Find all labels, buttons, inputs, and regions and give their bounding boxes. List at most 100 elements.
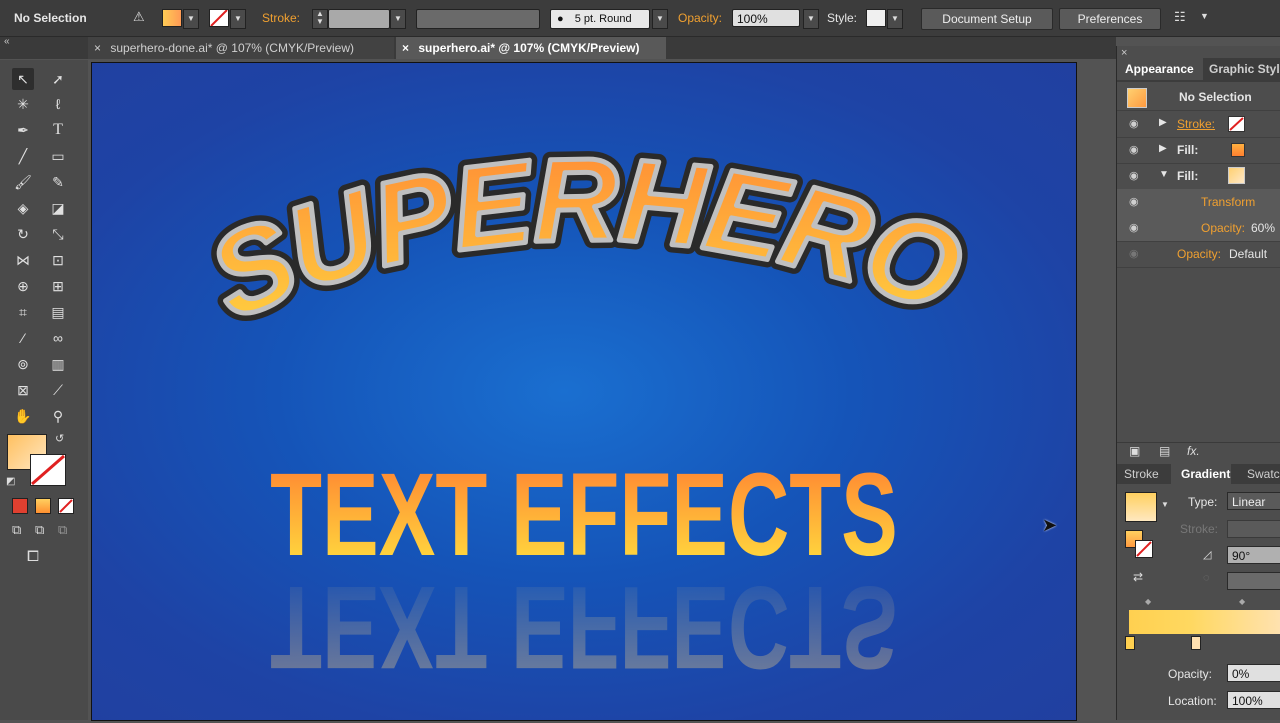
collapse-panels-icon[interactable]: «: [4, 37, 10, 47]
stroke-swatch[interactable]: [209, 9, 229, 27]
tab-close-icon[interactable]: ×: [402, 41, 409, 55]
gradient-stop-left[interactable]: [1125, 636, 1135, 650]
brush-definition[interactable]: ● 5 pt. Round: [550, 9, 650, 29]
gradient-slider[interactable]: [1129, 610, 1280, 634]
slice-tool-icon[interactable]: ⟋: [47, 379, 69, 401]
headline-text[interactable]: SUPERHERO: [189, 131, 981, 347]
scale-tool-icon[interactable]: ⤡: [47, 223, 69, 245]
rotate-tool-icon[interactable]: ↻: [12, 223, 34, 245]
paintbrush-tool-icon[interactable]: 🖌: [12, 171, 34, 193]
stroke-row-swatch[interactable]: [1228, 116, 1245, 132]
visibility-eye-icon[interactable]: ◉: [1129, 117, 1143, 130]
gradient-stroke-box[interactable]: [1135, 540, 1153, 558]
shape-builder-tool-icon[interactable]: ⊕: [12, 275, 34, 297]
warning-icon[interactable]: ⚠: [133, 9, 147, 24]
gradient-aspect-field[interactable]: [1227, 572, 1280, 590]
rectangle-tool-icon[interactable]: ▭: [47, 145, 69, 167]
preferences-button[interactable]: Preferences: [1059, 8, 1161, 30]
gradient-type-dropdown[interactable]: Linear: [1227, 492, 1280, 510]
blob-brush-tool-icon[interactable]: ◈: [12, 197, 34, 219]
stroke-color-box[interactable]: [30, 454, 66, 486]
panel-menu-icon[interactable]: ▼: [1200, 11, 1209, 21]
draw-behind-icon[interactable]: ⧉: [35, 522, 44, 538]
gradient-mode-button[interactable]: [35, 498, 51, 514]
add-effect-icon[interactable]: fx.: [1187, 444, 1200, 458]
collapse-icon[interactable]: ▼: [1159, 169, 1169, 180]
tab-appearance[interactable]: Appearance: [1117, 58, 1203, 80]
appearance-row-fill-1[interactable]: ◉ ▶ Fill:: [1117, 137, 1280, 164]
gradient-stroke-options[interactable]: [1227, 520, 1280, 538]
add-stroke-icon[interactable]: ▣: [1129, 444, 1140, 458]
pencil-tool-icon[interactable]: ✎: [47, 171, 69, 193]
style-dropdown-icon[interactable]: ▼: [887, 9, 903, 29]
appearance-row-fill-opacity[interactable]: ◉ Opacity: 60%: [1117, 215, 1280, 242]
perspective-grid-tool-icon[interactable]: ⊞: [47, 275, 69, 297]
tab-superhero[interactable]: × superhero.ai* @ 107% (CMYK/Preview): [396, 37, 666, 59]
stroke-weight-stepper[interactable]: ▲ ▼: [312, 9, 328, 29]
fill-swatch[interactable]: [162, 9, 182, 27]
visibility-eye-icon[interactable]: ◉: [1129, 221, 1143, 234]
color-mode-button[interactable]: [12, 498, 28, 514]
gradient-tool-icon[interactable]: ▤: [47, 301, 69, 323]
visibility-eye-icon[interactable]: ◉: [1129, 195, 1143, 208]
tab-swatches[interactable]: Swatc: [1247, 464, 1280, 484]
arrange-documents-icon[interactable]: ☷: [1174, 9, 1186, 25]
expand-icon[interactable]: ▶: [1159, 143, 1167, 154]
visibility-eye-icon[interactable]: ◉: [1129, 143, 1143, 156]
pen-tool-icon[interactable]: ✒: [12, 119, 34, 141]
direct-selection-tool-icon[interactable]: ➚: [47, 68, 69, 90]
visibility-eye-icon[interactable]: ◉: [1129, 169, 1143, 182]
gradient-presets-icon[interactable]: ▼: [1161, 500, 1169, 509]
zoom-tool-icon[interactable]: ⚲: [47, 405, 69, 427]
stroke-row-label[interactable]: Stroke:: [1177, 117, 1215, 131]
opacity-link[interactable]: Opacity:: [1177, 247, 1221, 261]
artboard-tool-icon[interactable]: ⊠: [12, 379, 34, 401]
gradient-angle-field[interactable]: 90°: [1227, 546, 1280, 564]
gradient-stop-right[interactable]: [1191, 636, 1201, 650]
stroke-weight-field[interactable]: [328, 9, 390, 29]
lasso-tool-icon[interactable]: ℓ: [47, 93, 69, 115]
document-setup-button[interactable]: Document Setup: [921, 8, 1053, 30]
default-fill-stroke-icon[interactable]: ◩: [6, 476, 15, 487]
tab-superhero-done[interactable]: × superhero-done.ai* @ 107% (CMYK/Previe…: [88, 37, 394, 59]
stroke-label[interactable]: Stroke:: [262, 11, 300, 25]
tab-close-icon[interactable]: ×: [94, 41, 101, 55]
opacity-dropdown-icon[interactable]: ▼: [803, 9, 819, 29]
fill-row-swatch[interactable]: [1231, 143, 1245, 157]
stroke-dropdown-icon[interactable]: ▼: [230, 9, 246, 29]
blend-tool-icon[interactable]: ∞: [47, 327, 69, 349]
variable-width-profile[interactable]: [416, 9, 540, 29]
appearance-row-fill-2[interactable]: ◉ ▼ Fill:: [1117, 163, 1280, 190]
opacity-link[interactable]: Opacity:: [1201, 221, 1245, 235]
graphic-style-swatch[interactable]: [866, 9, 886, 27]
column-graph-tool-icon[interactable]: ▥: [47, 353, 69, 375]
none-mode-button[interactable]: [58, 498, 74, 514]
hand-tool-icon[interactable]: ✋: [12, 405, 34, 427]
appearance-row-stroke[interactable]: ◉ ▶ Stroke:: [1117, 111, 1280, 138]
line-segment-tool-icon[interactable]: ╱: [12, 145, 34, 167]
fill-row-label[interactable]: Fill:: [1177, 143, 1198, 157]
appearance-row-transform[interactable]: ◉ Transform: [1117, 189, 1280, 216]
stroke-weight-dropdown-icon[interactable]: ▼: [390, 9, 406, 29]
transform-effect-link[interactable]: Transform: [1201, 195, 1255, 209]
midpoint-diamond-icon[interactable]: ◆: [1145, 597, 1151, 606]
eyedropper-tool-icon[interactable]: ⁄: [12, 327, 34, 349]
tab-stroke[interactable]: Stroke: [1124, 464, 1159, 484]
tab-graphic-styles[interactable]: Graphic Styl: [1209, 58, 1280, 80]
screen-mode-icon[interactable]: ⧠: [27, 548, 39, 565]
draw-normal-icon[interactable]: ⧉: [12, 522, 21, 538]
gradient-preview[interactable]: [1125, 492, 1157, 522]
reverse-gradient-icon[interactable]: ⇄: [1133, 570, 1143, 584]
fill-row-swatch[interactable]: [1228, 167, 1245, 184]
type-tool-icon[interactable]: T: [47, 119, 69, 141]
selection-tool-icon[interactable]: ↖: [12, 68, 34, 90]
visibility-eye-icon[interactable]: ◉: [1129, 247, 1143, 260]
free-transform-tool-icon[interactable]: ⊡: [47, 249, 69, 271]
eraser-tool-icon[interactable]: ◪: [47, 197, 69, 219]
opacity-field[interactable]: 100%: [732, 9, 800, 27]
tab-gradient[interactable]: Gradient: [1171, 464, 1231, 484]
stop-opacity-field[interactable]: 0%: [1227, 664, 1280, 682]
draw-inside-icon[interactable]: ⧉: [58, 522, 67, 538]
midpoint-diamond-icon[interactable]: ◆: [1239, 597, 1245, 606]
fill-row-label[interactable]: Fill:: [1177, 169, 1198, 183]
